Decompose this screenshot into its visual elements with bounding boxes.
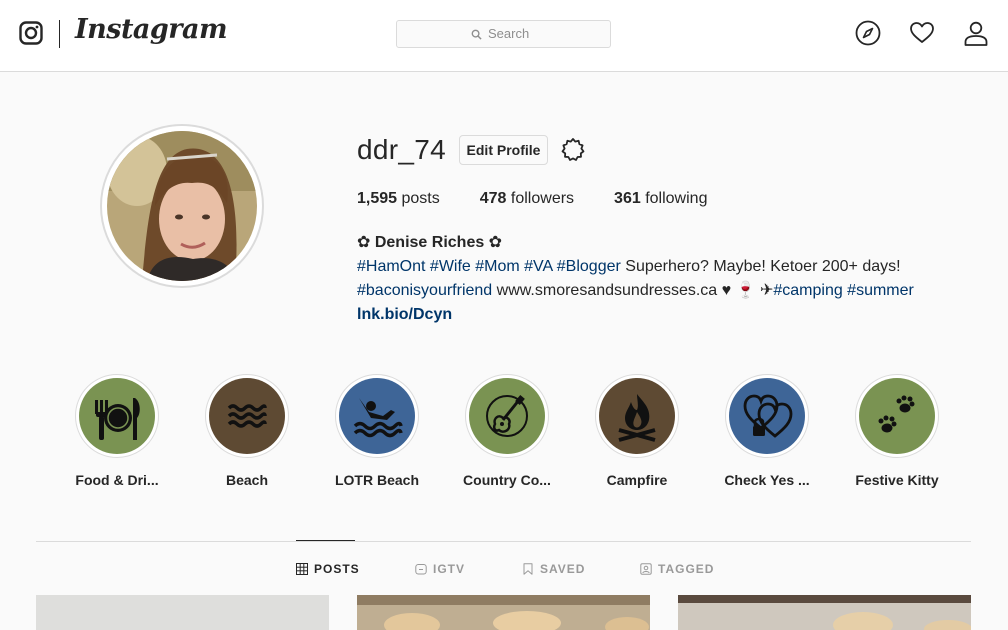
highlight-cover — [599, 378, 675, 454]
highlight-label: Food & Dri... — [75, 472, 159, 488]
highlight-cover — [859, 378, 935, 454]
igtv-icon — [415, 564, 427, 575]
highlight-label: Campfire — [606, 472, 668, 488]
logo-divider — [59, 20, 60, 48]
instagram-glyph-icon[interactable] — [19, 21, 43, 45]
highlight-label: Beach — [225, 472, 269, 488]
stat-posts: 1,595 posts — [357, 190, 440, 208]
highlight-label: LOTR Beach — [334, 472, 419, 488]
bio-text: www.smoresandsundresses.ca ♥ 🍷 ✈ — [492, 282, 774, 299]
tab-igtv[interactable]: IGTV — [415, 562, 465, 576]
tab-label: POSTS — [314, 562, 360, 576]
compass-icon[interactable] — [855, 20, 881, 46]
highlight-cover — [339, 378, 415, 454]
grid-icon — [296, 563, 308, 575]
stat-count: 478 — [479, 190, 507, 207]
tab-tagged[interactable]: TAGGED — [640, 562, 714, 576]
search-icon — [471, 29, 482, 40]
bookmark-icon — [523, 563, 533, 575]
highlight-cover — [729, 378, 805, 454]
stat-followers[interactable]: 478 followers — [480, 190, 574, 208]
highlight-label: Festive Kitty — [855, 472, 939, 488]
highlight-cover — [469, 378, 545, 454]
highlight-campfire[interactable]: Campfire — [572, 374, 702, 488]
highlight-country[interactable]: Country Co... — [442, 374, 572, 488]
post-thumbnail[interactable] — [678, 595, 971, 630]
search-placeholder: Search — [488, 26, 530, 41]
bio-text: Superhero? Maybe! Ketoer 200+ days! — [620, 258, 901, 275]
campfire-icon — [618, 394, 656, 442]
profile-bio: ✿ Denise Riches ✿ #HamOnt #Wife #Mom #VA… — [357, 231, 957, 327]
bio-line-2: #baconisyourfriend www.smoresandsundress… — [357, 279, 957, 303]
stat-count: 361 — [614, 190, 641, 207]
instagram-wordmark[interactable]: Instagram — [75, 14, 228, 45]
tabs-divider — [36, 541, 971, 542]
bio-hashtags-end[interactable]: #camping #summer — [773, 282, 914, 299]
post-thumbnail[interactable] — [36, 595, 329, 630]
avatar-photo — [107, 131, 257, 281]
stat-label: following — [645, 190, 708, 207]
post-thumbnail[interactable] — [357, 595, 650, 630]
active-tab-indicator — [296, 540, 355, 541]
tab-posts[interactable]: POSTS — [296, 562, 360, 576]
stat-following[interactable]: 361 following — [614, 190, 707, 208]
tag-person-icon — [640, 563, 652, 575]
tab-label: SAVED — [540, 562, 586, 576]
bio-full-name: ✿ Denise Riches ✿ — [357, 234, 503, 251]
stat-label: posts — [401, 190, 440, 207]
tab-label: IGTV — [433, 562, 466, 576]
stat-label: followers — [510, 190, 575, 207]
highlight-label: Check Yes ... — [724, 472, 810, 488]
heart-icon[interactable] — [909, 20, 935, 46]
highlight-festive-kitty[interactable]: Festive Kitty — [832, 374, 962, 488]
top-navigation-bar: Instagram Search — [0, 0, 1008, 72]
highlight-label: Country Co... — [463, 472, 551, 488]
highlight-cover — [79, 378, 155, 454]
highlight-beach[interactable]: Beach — [182, 374, 312, 488]
user-icon[interactable] — [963, 20, 989, 46]
edit-profile-button[interactable]: Edit Profile — [459, 135, 548, 165]
guitar-icon — [486, 395, 528, 437]
highlight-food[interactable]: Food & Dri... — [52, 374, 182, 488]
profile-stats: 1,595 posts 478 followers 361 following — [357, 190, 747, 208]
waves-icon — [227, 404, 267, 428]
highlight-check-yes[interactable]: Check Yes ... — [702, 374, 832, 488]
paw-prints-icon — [878, 395, 915, 433]
stat-count: 1,595 — [357, 190, 398, 207]
swimmer-icon — [353, 398, 403, 438]
hearts-lock-icon — [743, 394, 793, 438]
plate-cutlery-icon — [95, 398, 140, 440]
bio-hashtag[interactable]: #baconisyourfriend — [357, 282, 492, 299]
search-input[interactable]: Search — [396, 20, 611, 48]
bio-hashtags[interactable]: #HamOnt #Wife #Mom #VA #Blogger — [357, 258, 621, 275]
highlight-cover — [209, 378, 285, 454]
tab-saved[interactable]: SAVED — [522, 562, 585, 576]
bio-link[interactable]: lnk.bio/Dcyn — [357, 303, 957, 327]
profile-username: ddr_74 — [357, 134, 446, 165]
profile-avatar[interactable] — [100, 124, 264, 288]
tab-label: TAGGED — [658, 562, 715, 576]
bio-line-1: #HamOnt #Wife #Mom #VA #Blogger Superher… — [357, 255, 957, 279]
highlight-lotr-beach[interactable]: LOTR Beach — [312, 374, 442, 488]
settings-gear-icon[interactable] — [559, 136, 587, 164]
